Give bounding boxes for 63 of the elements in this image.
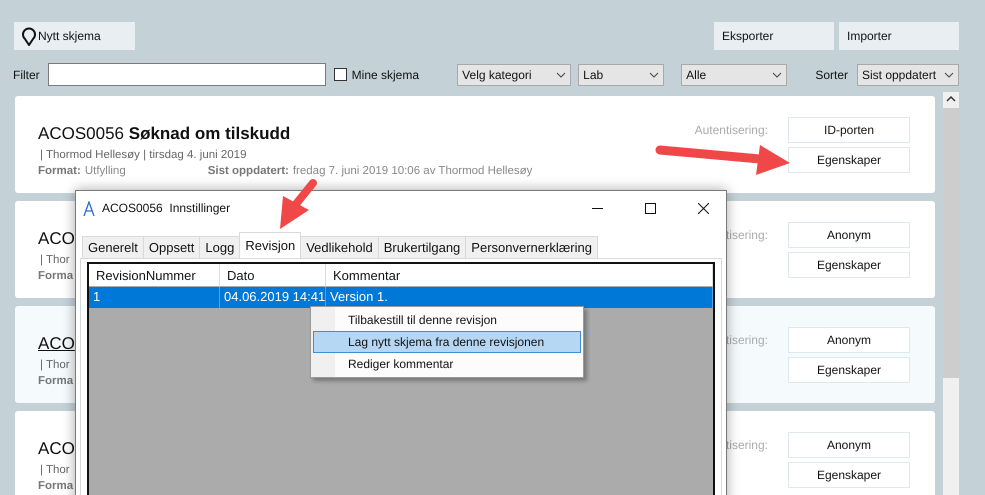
table-cell: 1: [89, 287, 220, 308]
authentication-button[interactable]: Anonym: [788, 222, 910, 248]
format-label: Forma: [38, 375, 74, 387]
format-value: Utfylling: [84, 165, 126, 177]
scrollbar[interactable]: [943, 92, 959, 495]
authentication-label: tisering:: [726, 333, 768, 347]
settings-tab[interactable]: Vedlikehold: [300, 236, 379, 258]
form-title: ACO: [38, 334, 75, 354]
authentication-label: Autentisering:: [694, 123, 768, 137]
dialog-title: ACOS0056 Innstillinger: [102, 201, 232, 215]
form-meta: | Thormod Hellesøy | tirsdag 4. juni 2019: [40, 149, 248, 161]
sort-label: Sorter: [815, 68, 848, 82]
settings-tab[interactable]: Logg: [199, 236, 240, 258]
format-label: Forma: [38, 270, 74, 282]
form-title: ACOS0056 Søknad om tilskudd: [38, 124, 292, 144]
import-button[interactable]: Importer: [839, 22, 959, 50]
export-button[interactable]: Eksporter: [714, 22, 834, 50]
properties-button[interactable]: Egenskaper: [788, 252, 910, 278]
settings-tab[interactable]: Brukertilgang: [378, 236, 466, 258]
updated-value: fredag 7. juni 2019 10:06 av Thormod Hellesøy: [292, 165, 532, 177]
mine-checkbox[interactable]: [334, 68, 347, 81]
properties-button[interactable]: Egenskaper: [788, 147, 910, 173]
format-label: Format:: [38, 165, 81, 177]
table-row[interactable]: 1 04.06.2019 14:41 Version 1.: [89, 287, 713, 308]
form-meta: | Thor: [40, 359, 71, 371]
properties-button[interactable]: Egenskaper: [788, 462, 910, 488]
format-label: Forma: [38, 480, 74, 492]
filter-dropdown[interactable]: Lab: [578, 64, 664, 86]
authentication-label: tisering:: [726, 438, 768, 452]
properties-button[interactable]: Egenskaper: [788, 357, 910, 383]
menu-item[interactable]: Lag nytt skjema fra denne revisjonen: [313, 331, 581, 353]
new-form-button[interactable]: Nytt skjema: [14, 22, 135, 50]
chevron-down-icon: [944, 72, 954, 78]
mine-label: Mine skjema: [352, 68, 420, 82]
menu-item[interactable]: Rediger kommentar: [313, 353, 581, 375]
scroll-thumb[interactable]: [943, 108, 959, 378]
filter-dropdown[interactable]: Alle: [681, 64, 788, 86]
updated-label: Sist oppdatert:: [208, 165, 289, 177]
sort-dropdown[interactable]: Sist oppdatert: [857, 64, 959, 86]
pin-icon: [22, 26, 36, 46]
form-title: ACO: [38, 229, 75, 249]
filter-label: Filter: [13, 68, 40, 82]
filter-dropdown[interactable]: Velg kategori: [457, 64, 572, 86]
form-title: ACO: [38, 439, 75, 459]
form-card[interactable]: ACOS0056 Søknad om tilskudd | Thormod Hellesøy | tirsdag 4. juni 2019 Format: Utfylling Sist oppdatert: fredag 7. juni 2019 10:06 av Thormod Hellesøy Autentisering: ID-porten Egenskaper: [15, 96, 935, 193]
authentication-button[interactable]: Anonym: [788, 327, 910, 353]
menu-item[interactable]: Tilbakestill til denne revisjon: [313, 309, 581, 331]
annotation-arrow: [280, 179, 317, 229]
close-icon: [698, 202, 708, 214]
chevron-down-icon: [772, 72, 782, 78]
settings-tab[interactable]: Personvernerklæring: [465, 236, 598, 258]
settings-tab[interactable]: Generelt: [82, 236, 144, 258]
logo-icon: [83, 200, 95, 216]
filter-field[interactable]: [48, 63, 326, 86]
form-meta: | Thor: [40, 254, 71, 266]
chevron-down-icon: [556, 72, 566, 78]
authentication-button[interactable]: Anonym: [788, 432, 910, 458]
settings-tab[interactable]: Oppsett: [142, 236, 200, 258]
maximize-icon: [644, 202, 656, 214]
form-meta: | Thor: [40, 464, 71, 476]
authentication-label: tisering:: [726, 228, 768, 242]
chevron-down-icon: [649, 72, 660, 78]
authentication-button[interactable]: ID-porten: [788, 117, 910, 143]
